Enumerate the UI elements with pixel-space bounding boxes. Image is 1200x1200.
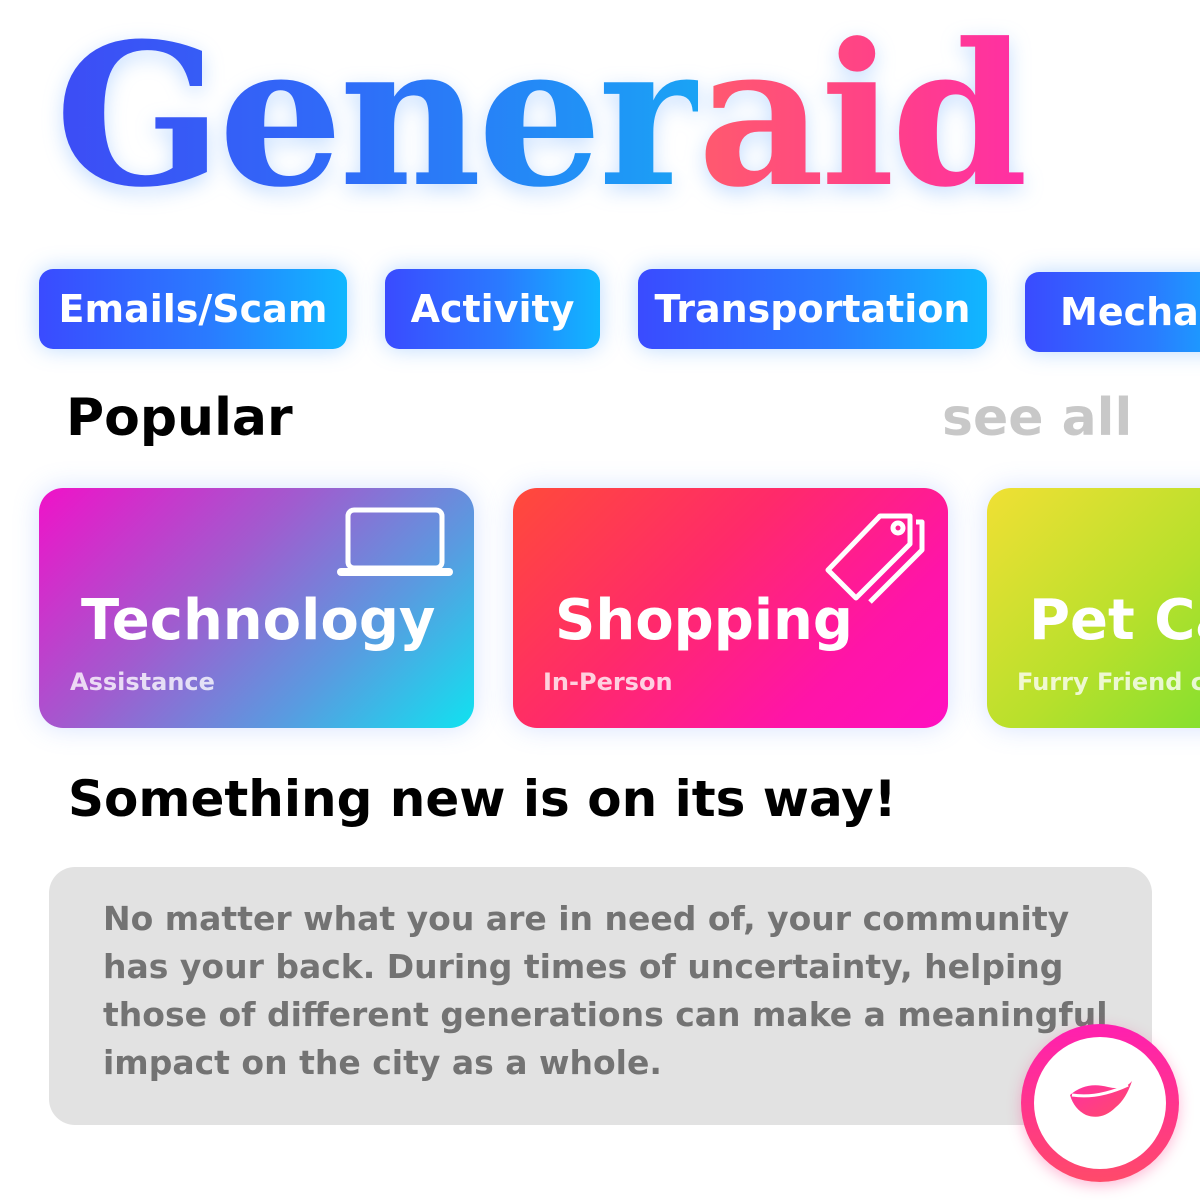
fab-inner-circle: [1034, 1037, 1166, 1169]
card-title: Shopping: [555, 588, 853, 653]
popular-card-pet-care[interactable]: Pet Ca Furry Friend c: [987, 488, 1200, 728]
category-chip-emails-scam[interactable]: Emails/Scam: [39, 269, 347, 349]
app-screen: Generaid Emails/Scam Activity Transporta…: [0, 0, 1200, 1200]
logo-part-aid: aid: [697, 1, 1029, 231]
popular-card-technology[interactable]: Technology Assistance: [39, 488, 474, 728]
floating-action-button[interactable]: [1021, 1024, 1179, 1182]
card-subtitle: Furry Friend c: [1017, 668, 1200, 696]
popular-heading: Popular: [66, 388, 293, 448]
category-chip-activity[interactable]: Activity: [385, 269, 600, 349]
laptop-icon: [337, 506, 453, 582]
announcement-headline: Something new is on its way!: [68, 770, 897, 828]
logo-part-gener: Gener: [55, 1, 702, 231]
see-all-link[interactable]: see all: [942, 388, 1132, 448]
card-subtitle: In-Person: [543, 668, 673, 696]
popular-card-shopping[interactable]: Shopping In-Person: [513, 488, 948, 728]
category-chip-mechanic[interactable]: Mechan: [1025, 272, 1200, 352]
card-subtitle: Assistance: [70, 668, 215, 696]
card-title: Pet Ca: [1029, 588, 1200, 653]
leaf-lips-icon: [1068, 1077, 1134, 1133]
app-logo: Generaid: [55, 18, 1028, 214]
announcement-card: No matter what you are in need of, your …: [49, 867, 1152, 1125]
card-title: Technology: [81, 588, 436, 653]
category-chip-transportation[interactable]: Transportation: [638, 269, 987, 349]
announcement-body: No matter what you are in need of, your …: [103, 899, 1108, 1082]
